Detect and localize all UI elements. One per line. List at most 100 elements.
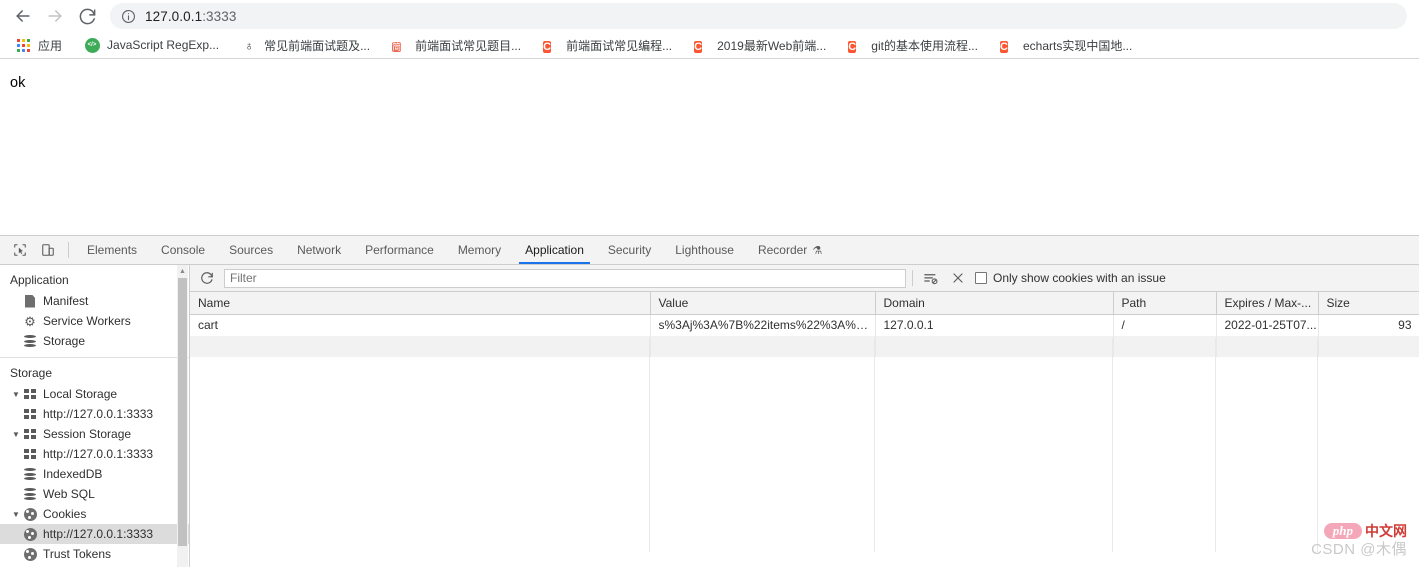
favicon-csdn-icon: C bbox=[848, 37, 864, 53]
reload-button[interactable] bbox=[72, 2, 102, 30]
gear-icon: ⚙ bbox=[22, 315, 38, 328]
filler-cell bbox=[1216, 336, 1318, 357]
clear-filtered-cookies-icon[interactable] bbox=[919, 268, 941, 289]
bookmark-echarts-china-map[interactable]: C echarts实现中国地... bbox=[993, 34, 1139, 56]
refresh-icon[interactable] bbox=[196, 268, 218, 289]
cookies-table: Name Value Domain Path Expires / Max-...… bbox=[190, 292, 1419, 357]
bookmark-apps[interactable]: 应用 bbox=[8, 34, 69, 56]
database-icon bbox=[22, 335, 38, 347]
column-header-value[interactable]: Value bbox=[650, 292, 875, 315]
site-info-icon[interactable] bbox=[120, 8, 136, 24]
chevron-down-icon[interactable]: ▼ bbox=[10, 390, 22, 399]
sidebar-scrollbar[interactable]: ▲ bbox=[177, 265, 188, 567]
tab-elements[interactable]: Elements bbox=[75, 236, 149, 264]
sidebar-item-service-workers[interactable]: ⚙ Service Workers bbox=[0, 311, 189, 331]
sidebar-item-local-storage[interactable]: ▼ Local Storage bbox=[0, 384, 189, 404]
document-icon bbox=[22, 295, 38, 308]
database-icon bbox=[22, 488, 38, 500]
tab-application[interactable]: Application bbox=[513, 236, 596, 264]
column-header-name[interactable]: Name bbox=[190, 292, 650, 315]
scroll-up-arrow-icon[interactable]: ▲ bbox=[177, 265, 188, 278]
bookmark-javascript-regexp[interactable]: </> JavaScript RegExp... bbox=[77, 34, 226, 56]
table-row[interactable]: cart s%3Aj%3A%7B%22items%22%3A%5B... 127… bbox=[190, 315, 1419, 336]
browser-chrome: 127.0.0.1:3333 应用 </> JavaScript RegExp.… bbox=[0, 0, 1419, 59]
back-button[interactable] bbox=[8, 2, 38, 30]
tab-label: Recorder bbox=[758, 243, 807, 257]
tab-performance[interactable]: Performance bbox=[353, 236, 446, 264]
cookies-table-container: Name Value Domain Path Expires / Max-...… bbox=[190, 292, 1419, 567]
address-bar[interactable]: 127.0.0.1:3333 bbox=[110, 3, 1407, 29]
toolbar-divider bbox=[912, 270, 913, 286]
filler-cell bbox=[875, 336, 1113, 357]
column-header-expires[interactable]: Expires / Max-... bbox=[1216, 292, 1318, 315]
table-column-lines bbox=[190, 338, 1419, 552]
only-issues-checkbox-wrapper[interactable]: Only show cookies with an issue bbox=[975, 271, 1166, 285]
sidebar-item-cookies[interactable]: ▼ Cookies bbox=[0, 504, 189, 524]
bookmark-frontend-programming[interactable]: C 前端面试常见编程... bbox=[536, 34, 679, 56]
cookies-toolbar: Only show cookies with an issue bbox=[190, 265, 1419, 292]
sidebar-item-cookies-origin[interactable]: http://127.0.0.1:3333 bbox=[0, 524, 189, 544]
scrollbar-thumb[interactable] bbox=[178, 278, 187, 546]
tab-lighthouse[interactable]: Lighthouse bbox=[663, 236, 746, 264]
cell-name: cart bbox=[190, 315, 650, 336]
favicon-csdn-icon: C bbox=[543, 37, 559, 53]
favicon-question-icon: ♁ bbox=[241, 37, 257, 53]
sidebar-section-application-title: Application bbox=[0, 271, 189, 291]
address-host: 127.0.0.1 bbox=[145, 9, 202, 24]
sidebar-item-web-sql[interactable]: Web SQL bbox=[0, 484, 189, 504]
table-header-row: Name Value Domain Path Expires / Max-...… bbox=[190, 292, 1419, 315]
tab-security[interactable]: Security bbox=[596, 236, 663, 264]
forward-button[interactable] bbox=[40, 2, 70, 30]
tab-memory[interactable]: Memory bbox=[446, 236, 513, 264]
sidebar-item-manifest[interactable]: Manifest bbox=[0, 291, 189, 311]
tab-network[interactable]: Network bbox=[285, 236, 353, 264]
sidebar-item-trust-tokens[interactable]: Trust Tokens bbox=[0, 544, 189, 564]
inspect-element-icon[interactable] bbox=[6, 236, 34, 264]
filler-cell bbox=[190, 336, 650, 357]
toolbar-divider bbox=[68, 242, 69, 258]
sidebar-item-session-storage-origin[interactable]: http://127.0.0.1:3333 bbox=[0, 444, 189, 464]
bookmark-frontend-questions[interactable]: ♁ 常见前端面试题及... bbox=[234, 34, 377, 56]
grid-icon bbox=[22, 429, 38, 439]
tab-recorder[interactable]: Recorder⚗ bbox=[746, 236, 834, 264]
sidebar-item-indexeddb[interactable]: IndexedDB bbox=[0, 464, 189, 484]
bookmark-web-frontend-2019[interactable]: C 2019最新Web前端... bbox=[687, 34, 833, 56]
only-issues-label: Only show cookies with an issue bbox=[993, 271, 1166, 285]
chevron-down-icon[interactable]: ▼ bbox=[10, 510, 22, 519]
bookmarks-bar: 应用 </> JavaScript RegExp... ♁ 常见前端面试题及..… bbox=[0, 32, 1419, 58]
bookmark-git-workflow[interactable]: C git的基本使用流程... bbox=[841, 34, 985, 56]
sidebar-item-session-storage[interactable]: ▼ Session Storage bbox=[0, 424, 189, 444]
tab-label: Security bbox=[608, 243, 651, 257]
tab-sources[interactable]: Sources bbox=[217, 236, 285, 264]
devtools-body: Application Manifest ⚙ Service Workers S… bbox=[0, 265, 1419, 567]
favicon-csdn-icon: C bbox=[694, 37, 710, 53]
grid-icon bbox=[22, 389, 38, 399]
tab-label: Memory bbox=[458, 243, 501, 257]
favicon-javascript-icon: </> bbox=[84, 37, 100, 53]
sidebar-item-label: Trust Tokens bbox=[43, 547, 111, 561]
column-header-size[interactable]: Size bbox=[1318, 292, 1419, 315]
page-body-text: ok bbox=[10, 75, 1419, 91]
grid-icon bbox=[22, 449, 38, 459]
sidebar-item-label: http://127.0.0.1:3333 bbox=[43, 447, 153, 461]
table-filler-row bbox=[190, 336, 1419, 357]
tab-label: Lighthouse bbox=[675, 243, 734, 257]
address-port: :3333 bbox=[202, 9, 236, 24]
only-issues-checkbox[interactable] bbox=[975, 272, 987, 284]
chevron-down-icon[interactable]: ▼ bbox=[10, 430, 22, 439]
sidebar-item-storage[interactable]: Storage bbox=[0, 331, 189, 351]
column-header-path[interactable]: Path bbox=[1113, 292, 1216, 315]
address-bar-url: 127.0.0.1:3333 bbox=[145, 9, 237, 24]
filler-cell bbox=[1113, 336, 1216, 357]
delete-all-cookies-icon[interactable] bbox=[947, 268, 969, 289]
tab-console[interactable]: Console bbox=[149, 236, 217, 264]
bookmark-label: 常见前端面试题及... bbox=[264, 37, 370, 54]
device-toolbar-icon[interactable] bbox=[34, 236, 62, 264]
filter-input[interactable] bbox=[224, 269, 906, 288]
tab-label: Sources bbox=[229, 243, 273, 257]
column-header-domain[interactable]: Domain bbox=[875, 292, 1113, 315]
bookmark-jianshu-frontend[interactable]: 简 前端面试常见题目... bbox=[385, 34, 528, 56]
cookie-icon bbox=[22, 508, 38, 521]
sidebar-item-local-storage-origin[interactable]: http://127.0.0.1:3333 bbox=[0, 404, 189, 424]
sidebar-item-label: Service Workers bbox=[43, 314, 131, 328]
